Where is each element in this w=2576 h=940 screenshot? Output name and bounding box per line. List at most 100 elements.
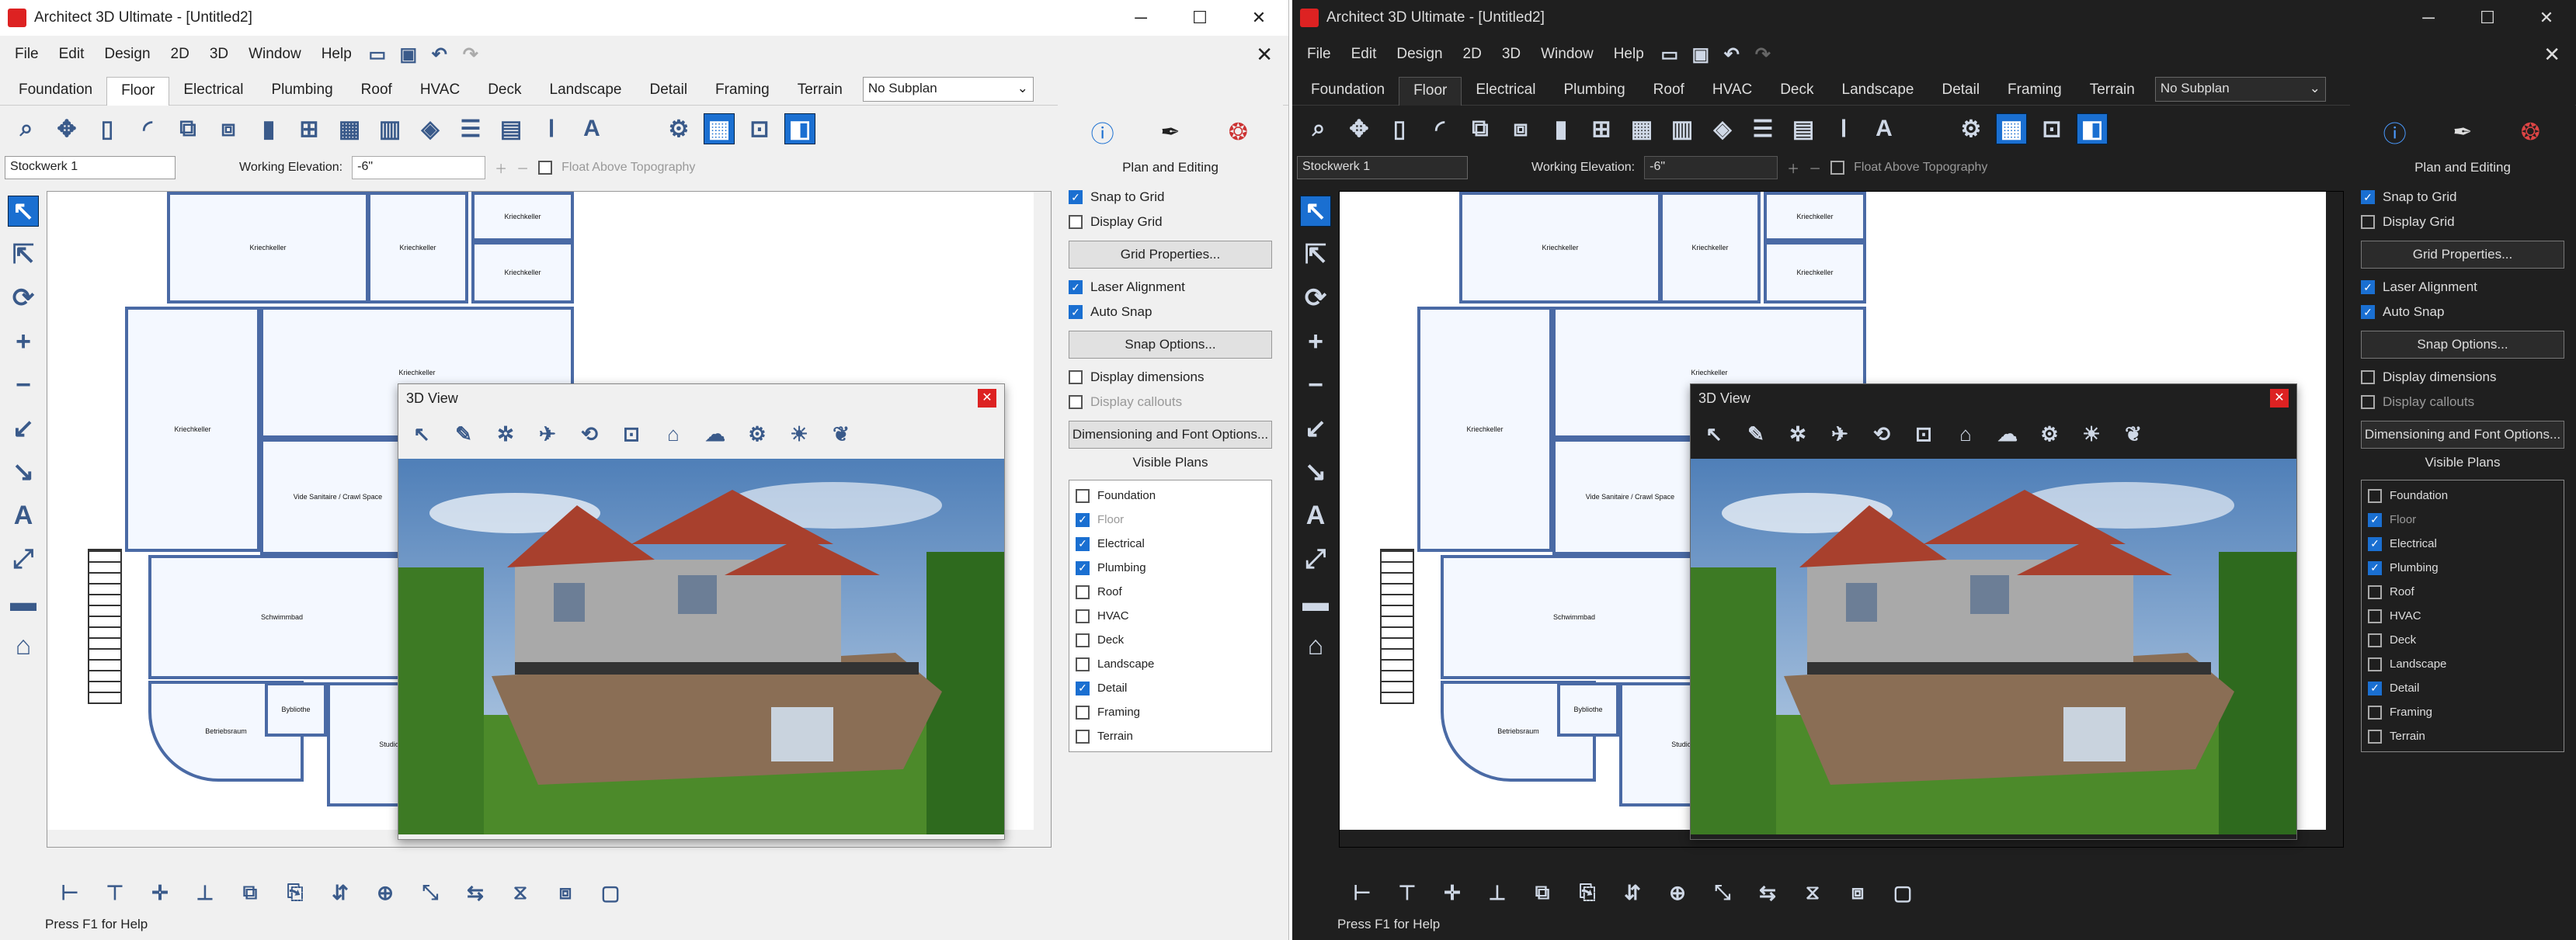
frame-icon[interactable]: ▢	[1887, 877, 1918, 908]
auto-snap-row[interactable]: ✓ Auto Snap	[2361, 300, 2564, 324]
menu-edit[interactable]: Edit	[49, 46, 95, 63]
visible-plan-item[interactable]: Terrain	[2368, 724, 2557, 748]
elevation-icon[interactable]: ⊡	[744, 113, 775, 144]
fence-icon[interactable]: ▥	[374, 113, 405, 144]
distribute-icon[interactable]: ⊥	[1482, 877, 1513, 908]
menu-design[interactable]: Design	[94, 46, 160, 63]
checkbox[interactable]: ✓	[1076, 536, 1090, 551]
split-view-icon[interactable]: ◧	[784, 113, 815, 144]
menu-design[interactable]: Design	[1386, 46, 1452, 63]
select-arrow-icon[interactable]: ↖	[8, 196, 39, 227]
weather-icon[interactable]: ☁	[700, 418, 731, 449]
checkbox[interactable]: ✓	[1069, 280, 1083, 294]
pan-icon[interactable]: ✥	[51, 113, 82, 144]
house-icon[interactable]: ⌂	[8, 630, 39, 661]
flip-icon[interactable]: ⇆	[1752, 877, 1783, 908]
tab-framing[interactable]: Framing	[701, 82, 784, 105]
dimensioning-font-options-button[interactable]: Dimensioning and Font Options...	[1069, 421, 1272, 449]
move-icon[interactable]: ⇵	[1617, 877, 1648, 908]
column-icon[interactable]: Ⅰ	[536, 113, 567, 144]
checkbox[interactable]	[2368, 657, 2382, 671]
select-arrow-icon[interactable]: ↖	[1300, 196, 1331, 227]
room[interactable]: Vide Sanitaire / Crawl Space	[260, 439, 415, 555]
subplan-select[interactable]: No Subplan ⌄	[2154, 77, 2326, 102]
select-arrow-icon[interactable]: ↖	[406, 418, 437, 449]
wall-icon[interactable]: ▯	[1384, 113, 1415, 144]
room[interactable]: Bybliothe	[1557, 682, 1619, 737]
plant-icon[interactable]: ❦	[826, 418, 857, 449]
checkbox[interactable]	[2368, 488, 2382, 503]
multi-select-icon[interactable]: ⇱	[8, 239, 39, 270]
checkbox[interactable]: ✓	[2368, 536, 2382, 551]
plus-icon[interactable]: ＋	[495, 158, 507, 177]
curved-wall-icon[interactable]: ◜	[132, 113, 163, 144]
display-grid-row[interactable]: Display Grid	[2361, 210, 2564, 234]
align-top-icon[interactable]: ⊤	[99, 877, 130, 908]
house-icon[interactable]: ⌂	[1300, 630, 1331, 661]
center-icon[interactable]: ✛	[144, 877, 176, 908]
flip-icon[interactable]: ⇆	[460, 877, 491, 908]
cabinet-icon[interactable]: ▤	[495, 113, 527, 144]
house-icon[interactable]: ⌂	[658, 418, 689, 449]
railing-icon[interactable]: ⧈	[213, 113, 244, 144]
checkbox[interactable]	[2368, 609, 2382, 623]
visible-plan-item[interactable]: Terrain	[1076, 724, 1265, 748]
checkbox[interactable]	[1076, 657, 1090, 671]
mirror-icon[interactable]: ⧖	[505, 877, 536, 908]
redo-icon[interactable]: ↷	[1747, 39, 1778, 70]
subplan-select[interactable]: No Subplan ⌄	[862, 77, 1034, 102]
tab-deck[interactable]: Deck	[474, 82, 535, 105]
paint-icon[interactable]: ❂	[2507, 119, 2553, 146]
zoom-icon[interactable]: ⌕	[1303, 113, 1334, 144]
checkbox[interactable]	[2361, 395, 2375, 409]
checkbox[interactable]: ✓	[2368, 681, 2382, 695]
measure-icon[interactable]: ▬	[1300, 587, 1331, 618]
dimension-icon[interactable]: ⤢	[1300, 543, 1331, 574]
tab-roof[interactable]: Roof	[347, 82, 406, 105]
render-settings-icon[interactable]: ⚙	[742, 418, 773, 449]
window-tool-icon[interactable]: ⧉	[1465, 113, 1496, 144]
window-grid-icon[interactable]: ⊞	[294, 113, 325, 144]
checkbox[interactable]: ✓	[1076, 681, 1090, 695]
open-folder-icon[interactable]: ▭	[1654, 39, 1685, 70]
group-icon[interactable]: ⧉	[1527, 877, 1558, 908]
multi-select-icon[interactable]: ⇱	[1300, 239, 1331, 270]
house-icon[interactable]: ⌂	[1950, 418, 1981, 449]
display-dimensions-row[interactable]: Display dimensions	[1069, 365, 1272, 390]
eyedropper-icon[interactable]: ✎	[1740, 418, 1771, 449]
tab-terrain[interactable]: Terrain	[2076, 82, 2149, 105]
tile-icon[interactable]: ◈	[415, 113, 446, 144]
room[interactable]: Kriechkeller	[125, 307, 260, 552]
checkbox[interactable]	[2368, 729, 2382, 744]
minimize-button[interactable]: ─	[2399, 8, 2458, 28]
checkbox[interactable]	[2368, 584, 2382, 599]
remove-point-icon[interactable]: −	[8, 369, 39, 401]
visible-plan-item[interactable]: HVAC	[2368, 604, 2557, 628]
window-grid-icon[interactable]: ⊞	[1586, 113, 1617, 144]
zoom-icon[interactable]: ⌕	[11, 113, 42, 144]
rotate-icon[interactable]: ⟳	[1300, 283, 1331, 314]
snap-to-grid-row[interactable]: ✓ Snap to Grid	[1069, 185, 1272, 210]
visible-plan-item[interactable]: Landscape	[2368, 652, 2557, 676]
fly-icon[interactable]: ✈	[532, 418, 563, 449]
save-icon[interactable]: ▣	[1685, 39, 1716, 70]
snap-to-grid-row[interactable]: ✓ Snap to Grid	[2361, 185, 2564, 210]
checkbox[interactable]: ✓	[2361, 190, 2375, 204]
resize-icon[interactable]: ⤡	[1707, 877, 1738, 908]
grid-properties-button[interactable]: Grid Properties...	[2361, 241, 2564, 269]
tab-plumbing[interactable]: Plumbing	[257, 82, 346, 105]
cabinet-icon[interactable]: ▤	[1788, 113, 1819, 144]
tab-hvac[interactable]: HVAC	[1698, 82, 1766, 105]
snap-icon[interactable]: ⊕	[1662, 877, 1693, 908]
laser-alignment-row[interactable]: ✓ Laser Alignment	[2361, 275, 2564, 300]
settings-icon[interactable]: ⚙	[663, 113, 694, 144]
room[interactable]: Kriechkeller	[471, 192, 574, 241]
layers-icon[interactable]: ⧈	[1842, 877, 1873, 908]
checkbox[interactable]	[1069, 370, 1083, 384]
remove-point-icon[interactable]: −	[1300, 369, 1331, 401]
vertical-scrollbar[interactable]	[1034, 192, 1051, 847]
tab-detail[interactable]: Detail	[635, 82, 701, 105]
tab-deck[interactable]: Deck	[1766, 82, 1827, 105]
redo-icon[interactable]: ↷	[455, 39, 486, 70]
visible-plan-item[interactable]: ✓ Floor	[1076, 508, 1265, 532]
